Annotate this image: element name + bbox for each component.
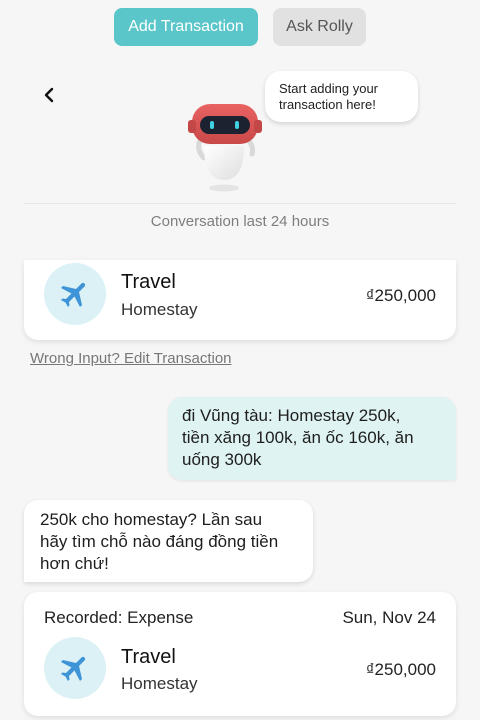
- user-message-line-2: tiền xăng 100k, ăn ốc 160k, ăn: [182, 428, 414, 447]
- assistant-message-line-3: hơn chứ!: [40, 554, 109, 573]
- assistant-message-line-1: 250k cho homestay? Lần sau: [40, 510, 263, 529]
- edit-transaction-link[interactable]: Wrong Input? Edit Transaction: [30, 350, 232, 367]
- assistant-tip-bubble: Start adding your transaction here!: [265, 71, 418, 122]
- user-message-line-1: đi Vũng tàu: Homestay 250k,: [182, 406, 401, 425]
- amount: ₫250,000: [365, 286, 436, 305]
- tip-line-2: transaction here!: [279, 97, 376, 112]
- tip-line-1: Start adding your: [279, 81, 379, 96]
- recorded-expense-card[interactable]: Recorded: Expense Sun, Nov 24 Travel Hom…: [24, 592, 456, 716]
- airplane-icon: [44, 637, 106, 699]
- conversation-label: Conversation last 24 hours: [150, 213, 330, 230]
- divider: [24, 203, 456, 204]
- tab-add-transaction[interactable]: Add Transaction: [114, 8, 258, 46]
- category-name: Travel: [121, 271, 176, 293]
- recorded-date: Sun, Nov 24: [342, 608, 436, 627]
- amount: ₫250,000: [365, 660, 436, 679]
- category-name: Travel: [121, 646, 176, 668]
- assistant-message: 250k cho homestay? Lần sau hãy tìm chỗ n…: [24, 500, 313, 582]
- assistant-message-line-2: hãy tìm chỗ nào đáng đồng tiền: [40, 532, 279, 551]
- user-message-line-3: uống 300k: [182, 450, 262, 469]
- transaction-card[interactable]: Travel Homestay ₫250,000: [24, 260, 456, 340]
- recorded-title: Recorded: Expense: [44, 608, 194, 627]
- back-icon[interactable]: [40, 84, 60, 108]
- tab-bar: Add Transaction Ask Rolly: [0, 8, 480, 46]
- user-message: đi Vũng tàu: Homestay 250k, tiền xăng 10…: [168, 397, 456, 480]
- tab-ask-rolly[interactable]: Ask Rolly: [273, 8, 366, 46]
- subcategory-name: Homestay: [121, 300, 198, 319]
- airplane-icon: [44, 263, 106, 325]
- robot-mascot-icon: [186, 100, 266, 194]
- subcategory-name: Homestay: [121, 674, 198, 693]
